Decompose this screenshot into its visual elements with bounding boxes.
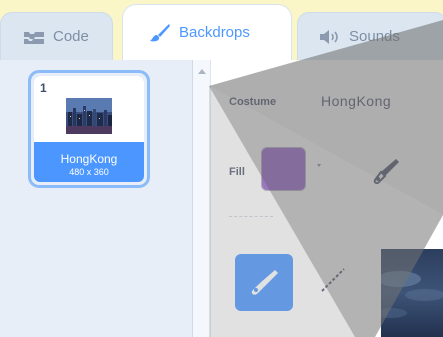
backdrop-index: 1 — [40, 81, 47, 95]
tab-backdrops[interactable]: Backdrops — [122, 4, 292, 60]
backdrop-tile-preview: 1 — [34, 76, 144, 142]
paint-editor: Costume HongKong Fill — [211, 60, 443, 337]
tab-code[interactable]: Code — [0, 12, 113, 60]
backdrop-thumbnail-image — [66, 98, 112, 134]
backdrop-list-scrollbar[interactable] — [193, 60, 211, 337]
toolbar-divider — [229, 216, 273, 217]
fill-label: Fill — [229, 166, 245, 178]
backdrop-tile-body: 1 HongKong 480 x 360 — [34, 76, 144, 182]
tab-code-label: Code — [53, 28, 89, 45]
backdrop-list: 1 HongKong 480 x 360 — [0, 60, 193, 337]
editor-tab-bar: Code Backdrops Sounds — [0, 0, 443, 60]
backdrop-tile-hongkong[interactable]: 1 HongKong 480 x 360 — [28, 70, 150, 188]
line-tool-button[interactable] — [319, 266, 347, 299]
fill-dropdown-caret-icon[interactable] — [317, 164, 321, 167]
line-icon — [321, 268, 345, 292]
paintbrush-icon — [149, 23, 171, 43]
backdrop-name: HongKong — [60, 152, 118, 166]
brush-icon — [251, 269, 278, 295]
fill-color-swatch[interactable] — [261, 147, 306, 191]
costume-name-input[interactable]: HongKong — [321, 93, 391, 109]
canvas-backdrop-image[interactable] — [381, 249, 443, 337]
tab-sounds-label: Sounds — [349, 28, 400, 45]
tab-backdrops-label: Backdrops — [179, 24, 250, 41]
speaker-icon — [319, 29, 341, 44]
backdrop-size: 480 x 360 — [69, 167, 109, 177]
brush-tool-button[interactable] — [235, 254, 293, 311]
scroll-up-arrow-icon[interactable] — [198, 69, 206, 74]
eyedropper-icon[interactable] — [371, 156, 401, 191]
costume-label: Costume — [229, 96, 277, 108]
code-blocks-icon — [23, 29, 45, 45]
tab-sounds[interactable]: Sounds — [297, 12, 443, 60]
